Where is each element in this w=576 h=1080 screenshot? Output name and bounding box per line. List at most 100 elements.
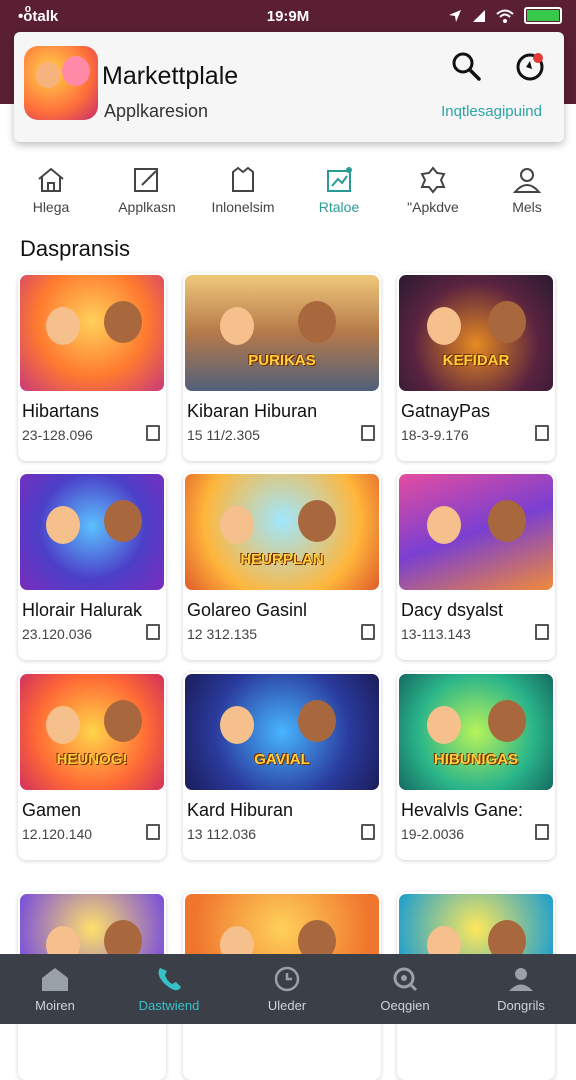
- character-figure: [297, 300, 336, 343]
- game-name: Hibartans: [22, 401, 100, 421]
- character-figure: [488, 300, 527, 343]
- tab-profile[interactable]: Dongrils: [466, 954, 576, 1024]
- nav-label: Inlonelsim: [211, 199, 275, 215]
- character-figure: [297, 499, 336, 542]
- game-thumbnail[interactable]: [20, 474, 164, 590]
- select-checkbox[interactable]: [146, 824, 160, 840]
- select-checkbox[interactable]: [146, 624, 160, 640]
- game-thumbnail[interactable]: GAVIAL: [185, 674, 379, 790]
- thumbnail-title: KEFIDAR: [442, 352, 510, 369]
- select-checkbox[interactable]: [361, 824, 375, 840]
- section-title: Daspransis: [20, 236, 131, 261]
- game-name: Kard Hiburan: [187, 800, 294, 820]
- game-card[interactable]: HIBUNIGAS Hevalvls Gane: 19-2.0036: [397, 672, 555, 860]
- character-figure: [45, 706, 80, 745]
- nav-item-ratings[interactable]: Rtaloe: [291, 160, 387, 226]
- character-figure: [103, 699, 142, 742]
- tab-search[interactable]: Oeqgien: [350, 954, 460, 1024]
- category-nav: Hlega Applkasn Inlonelsim Rtaloe "Apkdve…: [0, 160, 576, 230]
- nav-label: Mels: [512, 199, 542, 215]
- game-date: 13 112.036: [187, 826, 257, 842]
- nav-label: Rtaloe: [318, 199, 360, 215]
- page-title: Markettplale: [102, 62, 239, 90]
- bag-icon: [232, 166, 254, 192]
- game-name: Dacy dsyalst: [401, 600, 504, 620]
- status-icons: [448, 7, 562, 24]
- game-date: 23.120.036: [22, 626, 93, 642]
- tab-label: Dongrils: [497, 998, 545, 1013]
- character-figure: [297, 699, 336, 742]
- game-thumbnail[interactable]: KEFIDAR: [399, 275, 553, 391]
- game-card[interactable]: Hibartans 23-128.096: [18, 273, 166, 461]
- phone-icon: [158, 968, 181, 991]
- nav-item-apps[interactable]: Applkasn: [99, 160, 195, 226]
- game-card[interactable]: Hlorair Halurak 23.120.036: [18, 472, 166, 660]
- game-card[interactable]: PURIKAS Kibaran Hiburan 15 11/2.305: [183, 273, 381, 461]
- thumbnail-title: HEUNOG!: [56, 751, 128, 768]
- select-checkbox[interactable]: [361, 624, 375, 640]
- tab-dashboard[interactable]: Dastwiend: [114, 954, 224, 1024]
- tab-home[interactable]: Moiren: [0, 954, 110, 1024]
- game-name: Hevalvls Gane:: [401, 800, 524, 820]
- game-card[interactable]: KEFIDAR GatnayPas 18-3-9.176: [397, 273, 555, 461]
- nav-item-home[interactable]: Hlega: [3, 160, 99, 226]
- game-date: 15 11/2.305: [187, 427, 260, 443]
- game-thumbnail[interactable]: PURIKAS: [185, 275, 379, 391]
- game-date: 23-128.096: [22, 427, 93, 443]
- select-checkbox[interactable]: [535, 624, 549, 640]
- thumbnail-title: HEURPLAN: [240, 551, 324, 568]
- tab-label: Moiren: [35, 998, 75, 1013]
- game-thumbnail[interactable]: HIBUNIGAS: [399, 674, 553, 790]
- game-card[interactable]: Dacy dsyalst 13-113.143: [397, 472, 555, 660]
- game-thumbnail[interactable]: HEURPLAN: [185, 474, 379, 590]
- select-checkbox[interactable]: [146, 425, 160, 441]
- header-link[interactable]: Inqtlesagipuind: [441, 103, 542, 120]
- wifi-icon: [496, 9, 514, 23]
- game-thumbnail[interactable]: HEUNOG!: [20, 674, 164, 790]
- thumbnail-title: PURIKAS: [248, 352, 316, 369]
- nav-item-profile[interactable]: Mels: [479, 160, 575, 226]
- select-checkbox[interactable]: [535, 425, 549, 441]
- location-icon: [449, 9, 461, 22]
- bottom-tab-bar: Moiren Dastwiend Uleder Oeqgien Dongrils: [0, 954, 576, 1024]
- search-icon[interactable]: [450, 50, 482, 82]
- nav-label: Hlega: [32, 199, 70, 215]
- game-card[interactable]: HEURPLAN Golareo Gasinl 12 312.135: [183, 472, 381, 660]
- game-card[interactable]: HEUNOG! Gamen 12.120.140: [18, 672, 166, 860]
- app-header: Markettplale Applkaresion Inqtlesagipuin…: [14, 32, 564, 142]
- game-name: Gamen: [22, 800, 82, 820]
- character-figure: [219, 506, 254, 545]
- nav-item-archive[interactable]: "Apkdve: [385, 160, 481, 226]
- tab-updates[interactable]: Uleder: [232, 954, 342, 1024]
- character-figure: [426, 307, 461, 346]
- character-figure: [426, 506, 461, 545]
- badge-icon: [420, 166, 446, 194]
- tab-label: Uleder: [267, 998, 307, 1013]
- select-checkbox[interactable]: [361, 425, 375, 441]
- clock-icon: [274, 966, 300, 992]
- game-date: 12.120.140: [22, 826, 93, 842]
- home-icon: [38, 167, 64, 192]
- signal-icon: [473, 9, 485, 22]
- user-icon: [512, 168, 542, 193]
- search-icon: [393, 967, 418, 992]
- game-thumbnail[interactable]: [399, 474, 553, 590]
- game-card[interactable]: GAVIAL Kard Hiburan 13 112.036: [183, 672, 381, 860]
- game-name: GatnayPas: [401, 401, 491, 421]
- character-figure: [103, 499, 142, 542]
- notification-icon[interactable]: [514, 49, 548, 83]
- home-icon: [42, 968, 68, 991]
- nav-item-info[interactable]: Inlonelsim: [195, 160, 291, 226]
- game-name: Hlorair Halurak: [22, 600, 143, 620]
- game-thumbnail[interactable]: [20, 275, 164, 391]
- game-name: Golareo Gasinl: [187, 600, 308, 620]
- select-checkbox[interactable]: [535, 824, 549, 840]
- character-figure: [488, 499, 527, 542]
- page-subtitle: Applkaresion: [104, 101, 209, 121]
- character-figure: [219, 307, 254, 346]
- game-date: 19-2.0036: [401, 826, 465, 842]
- character-figure: [45, 307, 80, 346]
- character-figure: [488, 699, 527, 742]
- user-icon: [509, 968, 533, 991]
- tab-label: Oeqgien: [380, 998, 430, 1013]
